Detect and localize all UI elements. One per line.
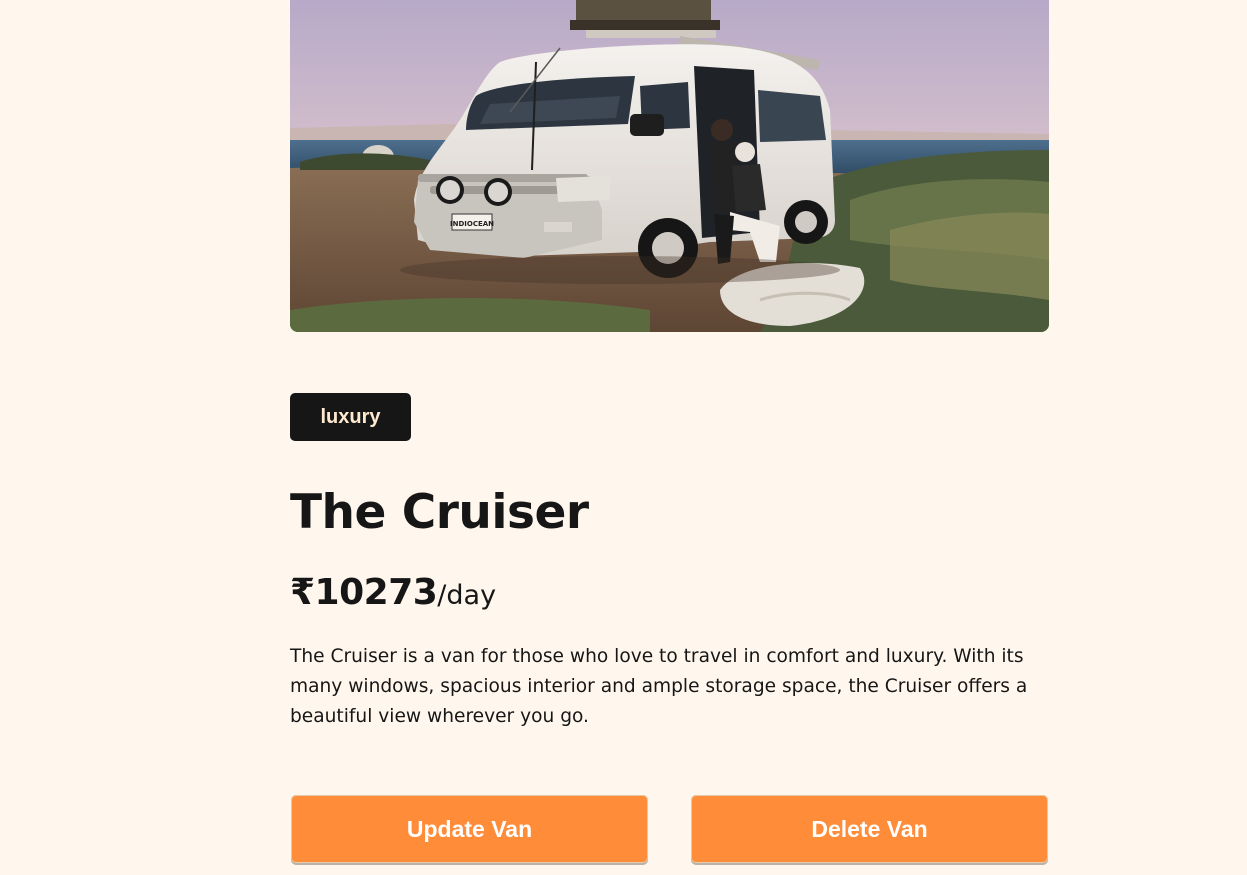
van-detail-page: INDIOCEAN luxury The Cruiser ₹10273/day …	[0, 0, 1247, 875]
van-price: ₹10273/day	[290, 568, 496, 624]
license-plate-text: INDIOCEAN	[450, 220, 494, 228]
van-title: The Cruiser	[290, 485, 589, 540]
update-van-button[interactable]: Update Van	[291, 795, 648, 863]
price-amount: ₹10273	[290, 572, 438, 613]
van-type-badge: luxury	[290, 393, 411, 441]
van-photo: INDIOCEAN	[290, 0, 1049, 332]
van-description: The Cruiser is a van for those who love …	[290, 646, 1028, 727]
delete-van-button[interactable]: Delete Van	[691, 795, 1048, 863]
price-unit: /day	[437, 580, 497, 611]
